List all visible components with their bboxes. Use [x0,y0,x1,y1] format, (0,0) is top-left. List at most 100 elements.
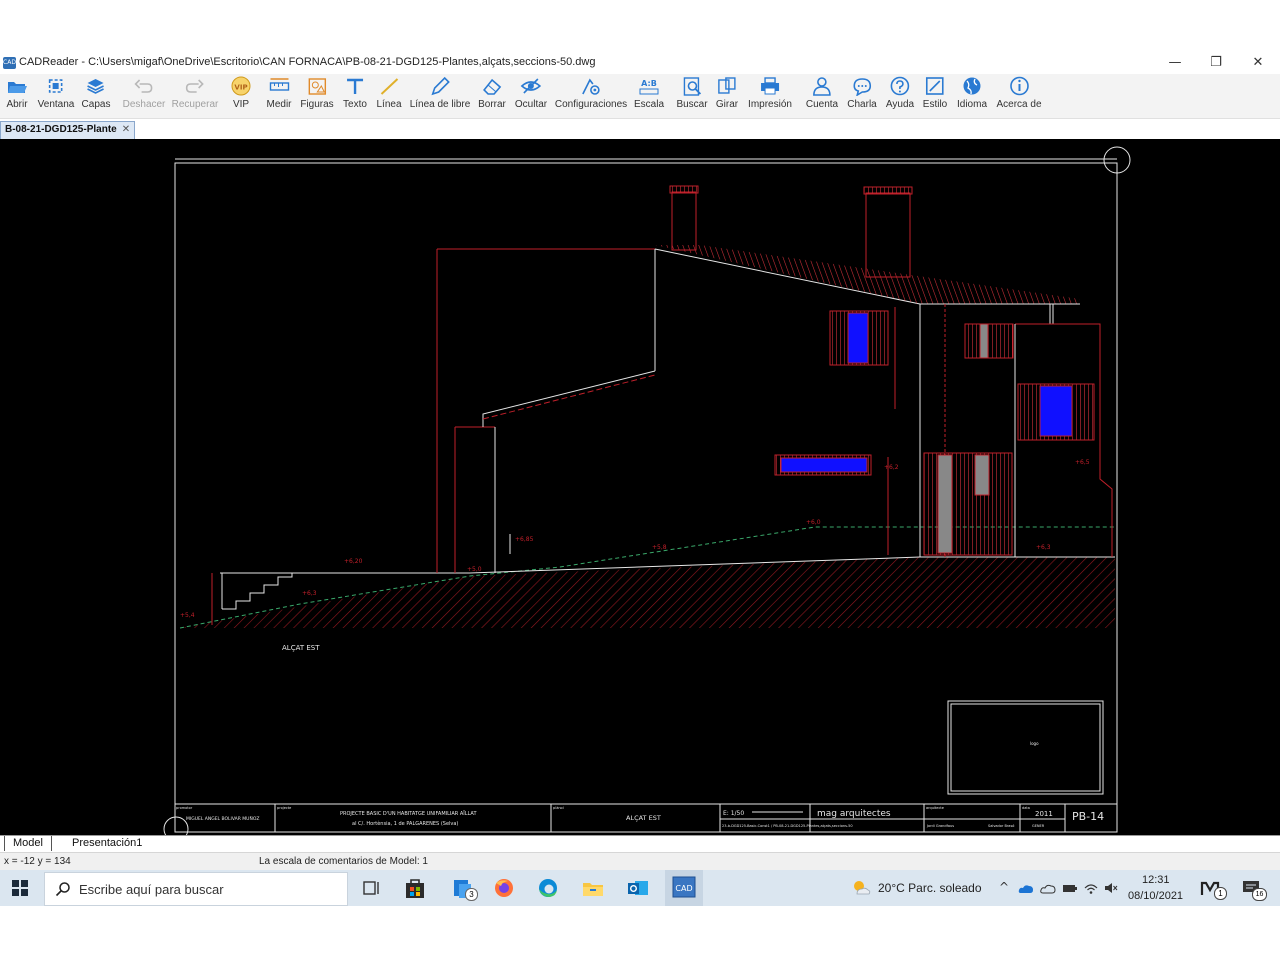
eave-support [1049,303,1054,325]
door-frame [974,454,990,496]
toolbar-label: Impresión [748,99,792,110]
toolbar-button-folder-open[interactable]: Abrir [6,76,28,110]
tb-plan: ALÇAT EST [626,814,661,822]
toolbar-button-style[interactable]: Estilo [923,76,947,110]
toolbar-button-printer[interactable]: Impresión [748,76,792,110]
outlook-icon[interactable] [626,877,650,899]
toolbar-button-text[interactable]: Texto [343,76,367,110]
toolbar-label: Charla [847,99,877,110]
tab-presentacion1[interactable]: Presentación1 [64,836,150,851]
window-shutter [964,323,1014,359]
stamp-label: logo [1030,741,1039,746]
tb-collaborator: Salvador Brasó [988,824,1014,828]
layout-tab-bar: Model Presentación1 [0,835,1280,853]
toolbar-button-user[interactable]: Cuenta [806,76,838,110]
onedrive-icon[interactable] [1018,882,1034,894]
tb-project-line1: PROJECTE BASIC D'UN HABITATGE UNIFAMILIA… [340,810,477,817]
globe-icon [963,77,981,95]
toolbar-button-line[interactable]: Línea [376,76,402,110]
terrain-hatch [180,557,1115,628]
text-icon [347,78,363,94]
stair-wall [221,572,292,609]
drawing-canvas[interactable]: +6,20 +6,3 +6,85 +5,0 +5,4 +5,8 +6,0 +6,… [0,139,1280,835]
toolbar-label: Ocultar [514,99,548,110]
edge-icon[interactable] [536,877,560,899]
tb-sheet-number: PB-14 [1072,810,1104,823]
tb-author-label: arquitecte [926,806,944,810]
tb-project-label: projecte [277,806,291,810]
close-button[interactable]: ✕ [1243,54,1273,72]
toolbar-button-layers[interactable]: Capas [82,76,110,110]
info-icon [1009,76,1029,96]
window-glass [1039,385,1073,437]
toolbar-button-vip-badge[interactable]: VIP VIP [230,76,252,110]
taskbar-search-box[interactable]: Escribe aquí para buscar [44,872,348,906]
view-label: ALÇAT EST [282,644,320,652]
toolbar-button-globe[interactable]: Idioma [957,76,987,110]
toolbar-button-pencil[interactable]: Línea de libre [410,76,470,110]
clock-time[interactable]: 12:31 [1142,874,1170,886]
clock-date[interactable]: 08/10/2021 [1128,890,1183,902]
toolbar-button-settings[interactable]: Configuraciones [555,76,627,110]
stairs [222,573,293,610]
toolbar-label: Borrar [478,99,506,110]
tb-file-path: 23-b-DGD125-Basic-Const1 / PB-08-21-DGD1… [722,824,853,828]
title-bar: CAD CADReader - C:\Users\migaf\OneDrive\… [0,52,1280,74]
tb-year: 2011 [1035,810,1053,818]
store-badge: 3 [465,888,478,901]
rotate-icon [718,77,736,94]
store-icon[interactable] [403,877,427,899]
window-title: CADReader - C:\Users\migaf\OneDrive\Escr… [19,56,596,68]
meet-now-icon[interactable]: 1 [1200,879,1230,900]
toolbar-button-eraser[interactable]: Borrar [478,76,506,110]
tb-promotor-label: promotor [176,806,193,810]
task-view-icon[interactable] [359,877,383,899]
terrace-tiles [482,374,656,420]
level-label: +6,0 [806,519,821,526]
tb-project-line2: al C/. Hortènsia, 1 de PALGARENES (Selva… [352,820,458,827]
chimney-cap [669,185,699,194]
cad-drawing[interactable]: +6,20 +6,3 +6,85 +5,0 +5,4 +5,8 +6,0 +6,… [0,139,1280,835]
toolbar-button-undo[interactable]: Deshacer [123,76,165,110]
weather-text[interactable]: 20°C Parc. soleado [878,881,982,895]
windows-start-icon[interactable] [12,880,28,896]
level-label: +5,0 [467,566,482,573]
battery-icon[interactable] [1062,882,1078,894]
chimney [671,191,697,251]
chevron-up-icon[interactable]: ^ [999,880,1009,894]
toolbar-button-scale[interactable]: A:B Escala [634,76,664,110]
toolbar-button-shapes[interactable]: Figuras [300,76,334,110]
stamp-box-inner [950,703,1101,792]
toolbar-label: Abrir [6,99,28,110]
close-tab-icon[interactable]: ✕ [122,124,130,135]
toolbar-button-search-doc[interactable]: Buscar [676,76,708,110]
file-explorer-icon[interactable] [581,877,605,899]
restore-button[interactable]: ❐ [1201,54,1231,72]
wifi-icon[interactable] [1084,881,1098,895]
minimize-button[interactable]: — [1160,54,1190,72]
toolbar-button-redo[interactable]: Recuperar [172,76,218,110]
toolbar-button-measure[interactable]: Medir [266,76,292,110]
weather-partly-sunny-icon[interactable] [851,879,871,897]
notification-center-icon[interactable]: 16 [1242,880,1268,901]
toolbar-button-hide-eye[interactable]: Ocultar [515,76,547,110]
toolbar-label: Acerca de [996,99,1042,110]
toolbar-button-help[interactable]: Ayuda [886,76,914,110]
toolbar-button-rotate[interactable]: Girar [716,76,738,110]
toolbar-button-window-fit[interactable]: Ventana [38,76,74,110]
cursor-coordinates: x = -12 y = 134 [4,856,71,867]
onedrive-personal-icon[interactable] [1040,882,1056,894]
volume-muted-icon[interactable] [1104,881,1118,895]
undo-icon [134,79,153,93]
document-tab[interactable]: B-08-21-DGD125-Plante ✕ [0,121,136,139]
taskbar-files-app[interactable]: 3 [451,877,478,901]
toolbar-button-info[interactable]: Acerca de [996,76,1042,110]
level-label: +5,4 [180,612,195,619]
tab-model[interactable]: Model [4,836,52,851]
chimney [865,192,911,278]
toolbar-button-chat[interactable]: Charla [847,76,877,110]
screen-bottom-margin [0,906,1280,960]
firefox-icon[interactable] [492,877,516,899]
taskbar-cadreader-app[interactable]: CAD [665,870,703,908]
window-frame [979,323,989,359]
